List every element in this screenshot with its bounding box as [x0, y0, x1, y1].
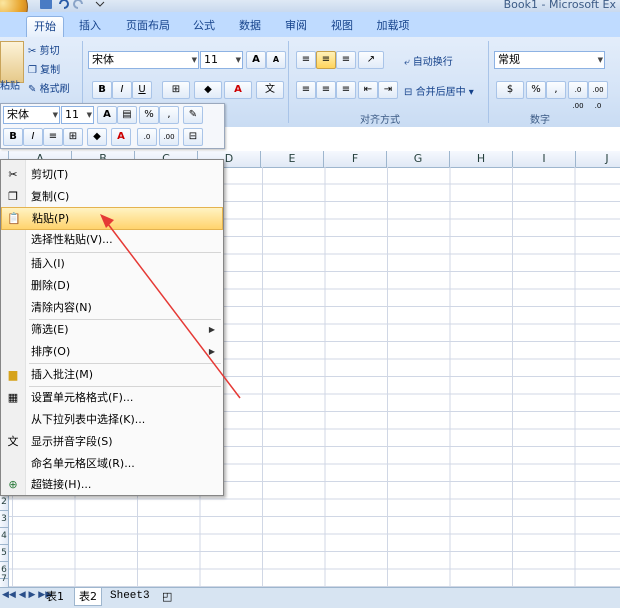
- annotation-arrow-icon: [100, 214, 241, 399]
- sheet-tab[interactable]: 表1: [42, 588, 68, 605]
- annotation-arrow-head: [100, 214, 114, 228]
- sheet-tab-bar: ◀◀ ◀ ▶ ▶▶ 表1 表2 Sheet3 ◰: [0, 587, 620, 608]
- annotation-arrow-line: [107, 223, 241, 399]
- sheet-tab[interactable]: Sheet3: [106, 588, 154, 605]
- insert-sheet-icon[interactable]: ◰: [158, 588, 176, 605]
- sheet-tab-active[interactable]: 表2: [74, 588, 102, 606]
